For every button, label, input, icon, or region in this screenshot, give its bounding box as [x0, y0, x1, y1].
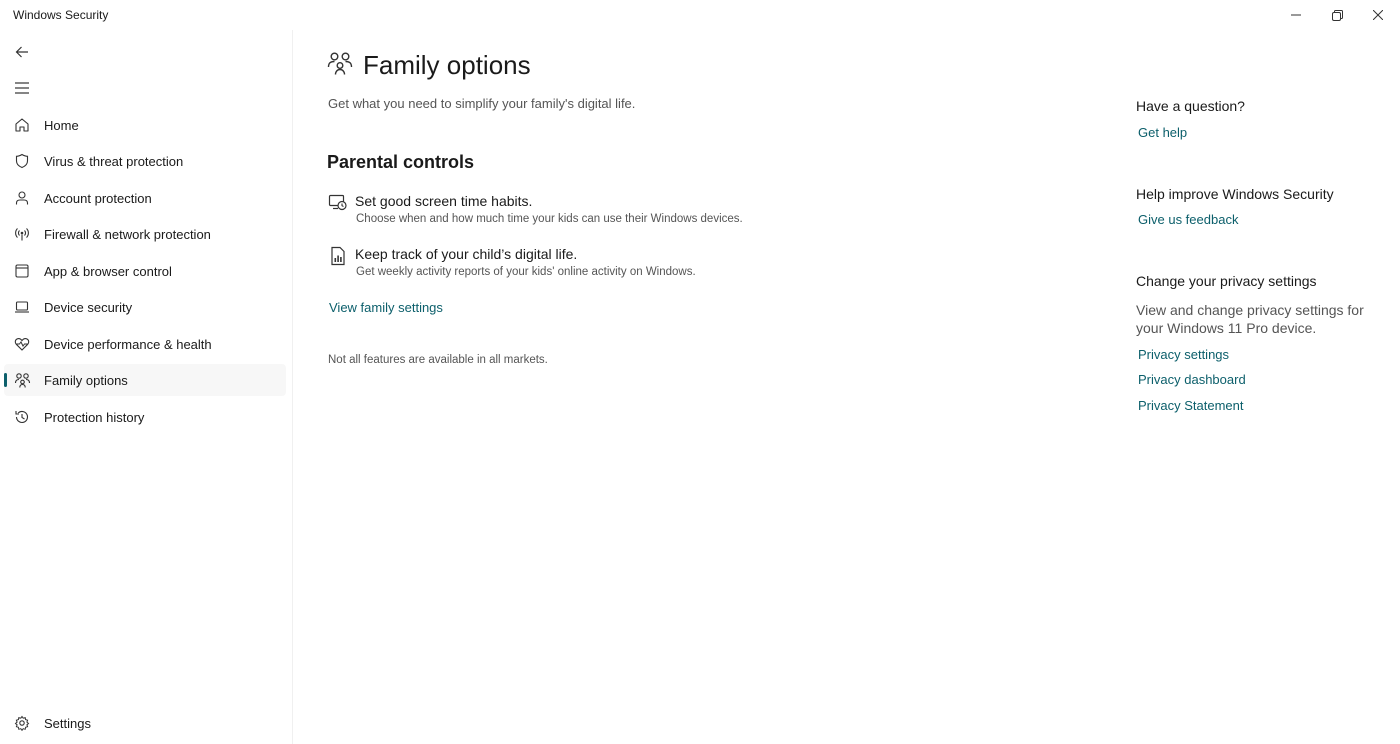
feature-title: Set good screen time habits.: [355, 193, 533, 209]
gear-icon: [12, 713, 32, 733]
question-heading: Have a question?: [1136, 98, 1245, 114]
main-content: Family options Get what you need to simp…: [293, 30, 1093, 744]
close-icon: [1373, 10, 1383, 20]
family-icon: [327, 50, 353, 81]
antenna-icon: [12, 224, 32, 244]
page-header: Family options: [327, 50, 531, 81]
sidebar-item-account-protection[interactable]: Account protection: [4, 182, 286, 214]
report-icon: [328, 246, 348, 266]
selection-indicator: [4, 373, 7, 387]
view-family-settings-link[interactable]: View family settings: [329, 300, 443, 315]
sidebar-item-label: Device security: [44, 299, 133, 315]
feature-screen-time: Set good screen time habits. Choose when…: [328, 192, 928, 232]
minimize-icon: [1291, 14, 1301, 16]
feedback-link[interactable]: Give us feedback: [1138, 212, 1238, 227]
privacy-statement-link[interactable]: Privacy Statement: [1138, 398, 1244, 413]
screen-time-icon: [328, 193, 348, 213]
app-title: Windows Security: [13, 8, 109, 22]
shield-icon: [12, 151, 32, 171]
sidebar-item-settings[interactable]: Settings: [4, 707, 286, 739]
app-window-icon: [12, 261, 32, 281]
sidebar-item-label: Protection history: [44, 409, 145, 425]
family-icon: [12, 370, 32, 390]
improve-heading: Help improve Windows Security: [1136, 186, 1334, 202]
sidebar-item-virus-protection[interactable]: Virus & threat protection: [4, 145, 286, 177]
right-pane: Have a question? Get help Help improve W…: [1136, 30, 1386, 530]
feature-title: Keep track of your child’s digital life.: [355, 246, 578, 262]
sidebar-item-firewall[interactable]: Firewall & network protection: [4, 218, 286, 250]
feature-description: Choose when and how much time your kids …: [356, 213, 743, 225]
sidebar-item-label: Device performance & health: [44, 336, 212, 352]
windows-security-window: Windows Security Home Virus & threat pro…: [0, 0, 1400, 744]
sidebar-item-device-security[interactable]: Device security: [4, 291, 286, 323]
menu-button[interactable]: [8, 74, 36, 102]
laptop-icon: [12, 297, 32, 317]
sidebar-item-label: App & browser control: [44, 263, 172, 279]
history-icon: [12, 407, 32, 427]
close-button[interactable]: [1357, 0, 1399, 30]
home-icon: [12, 115, 32, 135]
sidebar-item-family-options[interactable]: Family options: [4, 364, 286, 396]
sidebar-item-home[interactable]: Home: [4, 109, 286, 141]
heart-pulse-icon: [12, 334, 32, 354]
page-subtitle: Get what you need to simplify your famil…: [328, 96, 636, 111]
sidebar-item-protection-history[interactable]: Protection history: [4, 401, 286, 433]
privacy-settings-link[interactable]: Privacy settings: [1138, 347, 1229, 362]
back-arrow-icon: [15, 46, 28, 58]
section-title: Parental controls: [327, 152, 475, 172]
get-help-link[interactable]: Get help: [1138, 125, 1187, 140]
feature-description: Get weekly activity reports of your kids…: [356, 266, 696, 278]
privacy-description: View and change privacy settings for you…: [1136, 302, 1364, 336]
title-bar: Windows Security: [0, 0, 1400, 30]
sidebar-item-label: Virus & threat protection: [44, 153, 184, 169]
sidebar-item-label: Firewall & network protection: [44, 226, 211, 242]
sidebar-item-label: Family options: [44, 372, 128, 388]
feature-activity-reports: Keep track of your child’s digital life.…: [328, 245, 928, 285]
sidebar-item-app-browser[interactable]: App & browser control: [4, 255, 286, 287]
page-title: Family options: [363, 50, 531, 80]
restore-icon: [1331, 9, 1343, 21]
back-button[interactable]: [8, 38, 36, 66]
sidebar: Home Virus & threat protection Account p…: [0, 30, 293, 744]
sidebar-item-label: Account protection: [44, 190, 152, 206]
sidebar-item-device-performance[interactable]: Device performance & health: [4, 328, 286, 360]
minimize-button[interactable]: [1275, 0, 1317, 30]
availability-note: Not all features are available in all ma…: [328, 354, 548, 366]
person-icon: [12, 188, 32, 208]
privacy-heading: Change your privacy settings: [1136, 273, 1317, 289]
restore-button[interactable]: [1316, 0, 1358, 30]
sidebar-item-label: Home: [44, 117, 79, 133]
privacy-dashboard-link[interactable]: Privacy dashboard: [1138, 372, 1246, 387]
sidebar-item-label: Settings: [44, 715, 91, 731]
hamburger-icon: [15, 82, 29, 94]
